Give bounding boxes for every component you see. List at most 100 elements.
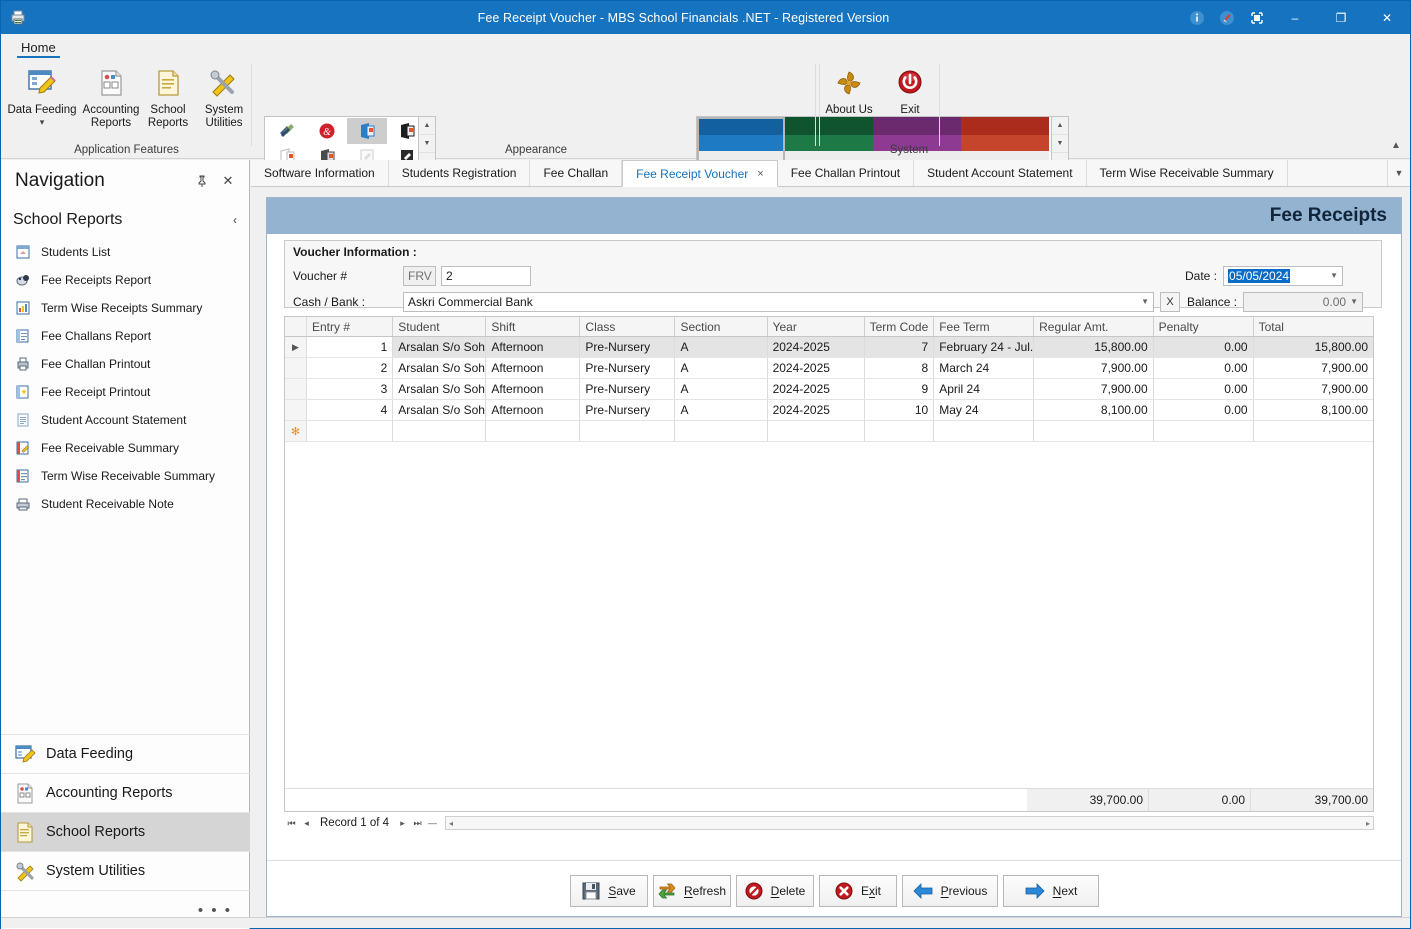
ribbon-collapse-icon[interactable]: ▲ — [1386, 136, 1406, 154]
tab-student-account-statement[interactable]: Student Account Statement — [914, 160, 1087, 186]
nav-section-school-reports[interactable]: School Reports — [1, 812, 250, 851]
ribbon-button-system-utilities[interactable]: System Utilities — [197, 62, 251, 129]
next-button[interactable]: Next — [1002, 875, 1099, 907]
ribbon-button-about-us[interactable]: About Us — [822, 62, 876, 117]
column-header-term-code[interactable]: Term Code — [865, 317, 935, 336]
fee-receipts-report-icon — [15, 272, 41, 288]
close-button[interactable]: ✕ — [1364, 1, 1410, 34]
sidebar-item-student-receivable-note[interactable]: Student Receivable Note — [1, 490, 249, 518]
tab-software-information[interactable]: Software Information — [251, 160, 389, 186]
column-header-shift[interactable]: Shift — [486, 317, 581, 336]
nav-section-accounting-reports[interactable]: Accounting Reports — [1, 773, 250, 812]
tab-fee-challan[interactable]: Fee Challan — [530, 160, 623, 186]
scroll-down-icon[interactable]: ▼ — [1052, 135, 1068, 153]
skin-blue-icon[interactable] — [267, 118, 307, 144]
exit-button[interactable]: Exit — [818, 875, 897, 907]
close-icon[interactable]: ✕ — [215, 169, 241, 193]
date-input[interactable]: 05/05/2024 ▼ — [1223, 266, 1344, 286]
ribbon-button-school-reports[interactable]: School Reports — [140, 62, 196, 129]
notification-pin-icon[interactable] — [1212, 1, 1242, 34]
nav-section-system-utilities[interactable]: System Utilities — [1, 851, 250, 890]
ribbon-tab-home[interactable]: Home — [13, 39, 64, 58]
sidebar-item-term-wise-receipts-summary[interactable]: Term Wise Receipts Summary — [1, 294, 249, 322]
column-header-penalty[interactable]: Penalty — [1154, 317, 1254, 336]
cell-regular-amt[interactable] — [1034, 421, 1154, 441]
column-header-section[interactable]: Section — [675, 317, 768, 336]
column-header-fee-term[interactable]: Fee Term — [934, 317, 1035, 336]
column-header-total[interactable]: Total — [1254, 317, 1373, 336]
label-rest: ave — [616, 884, 636, 898]
last-record-button[interactable]: ⏭ — [410, 818, 425, 829]
table-row[interactable]: 4 Arsalan S/o Sohail Afternoon Pre-Nurse… — [285, 400, 1373, 421]
navigation-group-header[interactable]: School Reports ‹ — [1, 202, 249, 238]
cell-regular-amt: 7,900.00 — [1034, 379, 1154, 399]
column-header-regular-amt[interactable]: Regular Amt. — [1034, 317, 1154, 336]
column-header-entry[interactable]: Entry # — [307, 317, 394, 336]
sidebar-item-term-wise-receivable-summary[interactable]: Term Wise Receivable Summary — [1, 462, 249, 490]
refresh-arrows-icon — [658, 883, 676, 899]
skin-red-icon[interactable]: & — [307, 118, 347, 144]
skin-office-blue-icon[interactable] — [347, 118, 387, 144]
tab-fee-challan-printout[interactable]: Fee Challan Printout — [778, 160, 915, 186]
table-row[interactable]: ▶ 1 Arsalan S/o Sohail Afternoon Pre-Nur… — [285, 337, 1373, 358]
sidebar-item-fee-receipt-printout[interactable]: Fee Receipt Printout — [1, 378, 249, 406]
column-header-year[interactable]: Year — [768, 317, 865, 336]
tab-students-registration[interactable]: Students Registration — [389, 160, 531, 186]
cell-term-code[interactable] — [865, 421, 935, 441]
delete-record-button[interactable]: — — [425, 818, 440, 828]
voucher-number-input[interactable]: 2 — [441, 266, 531, 286]
cell-student[interactable] — [393, 421, 487, 441]
save-button[interactable]: Save — [569, 875, 648, 907]
cash-bank-combobox[interactable]: Askri Commercial Bank ▼ — [403, 292, 1154, 312]
scroll-up-icon[interactable]: ▲ — [419, 117, 435, 135]
previous-record-button[interactable]: ◂ — [299, 818, 314, 829]
scroll-left-icon[interactable]: ◂ — [446, 819, 456, 828]
table-row[interactable]: 2 Arsalan S/o Sohail Afternoon Pre-Nurse… — [285, 358, 1373, 379]
tab-overflow-chevron-down-icon[interactable]: ▼ — [1387, 160, 1410, 186]
previous-button[interactable]: Previous — [901, 875, 998, 907]
clear-cash-bank-button[interactable]: X — [1160, 292, 1180, 312]
chevron-down-icon[interactable]: ▾ — [7, 117, 77, 127]
tab-fee-receipt-voucher[interactable]: Fee Receipt Voucher × — [622, 160, 778, 187]
pin-icon[interactable] — [189, 169, 215, 193]
chevron-down-icon[interactable]: ▼ — [1330, 271, 1338, 280]
grid-new-row[interactable]: ✻ — [285, 421, 1373, 442]
sidebar-item-fee-challans-report[interactable]: Fee Challans Report — [1, 322, 249, 350]
cell-section[interactable] — [675, 421, 768, 441]
maximize-button[interactable]: ❐ — [1318, 1, 1364, 34]
grid-horizontal-scrollbar[interactable]: ◂ ▸ — [445, 816, 1374, 830]
table-row[interactable]: 3 Arsalan S/o Sohail Afternoon Pre-Nurse… — [285, 379, 1373, 400]
next-record-button[interactable]: ▸ — [395, 818, 410, 829]
delete-button[interactable]: Delete — [735, 875, 814, 907]
minimize-button[interactable]: – — [1272, 1, 1318, 34]
sidebar-item-student-account-statement[interactable]: Student Account Statement — [1, 406, 249, 434]
sidebar-item-fee-challan-printout[interactable]: Fee Challan Printout — [1, 350, 249, 378]
tab-close-icon[interactable]: × — [757, 168, 763, 180]
restore-layout-icon[interactable] — [1242, 1, 1272, 34]
student-account-statement-icon — [15, 412, 41, 428]
scroll-right-icon[interactable]: ▸ — [1363, 819, 1373, 828]
sidebar-item-fee-receipts-report[interactable]: Fee Receipts Report — [1, 266, 249, 294]
cell-class[interactable] — [580, 421, 676, 441]
cell-total[interactable] — [1254, 421, 1373, 441]
sidebar-item-fee-receivable-summary[interactable]: Fee Receivable Summary — [1, 434, 249, 462]
first-record-button[interactable]: ⏮ — [284, 818, 299, 829]
ribbon-button-accounting-reports[interactable]: Accounting Reports — [79, 62, 143, 129]
ribbon-button-data-feeding[interactable]: Data Feeding ▾ — [7, 62, 77, 127]
column-header-student[interactable]: Student — [393, 317, 487, 336]
info-icon[interactable] — [1182, 1, 1212, 34]
ribbon-button-exit[interactable]: Exit — [884, 62, 936, 117]
scroll-up-icon[interactable]: ▲ — [1052, 117, 1068, 135]
tab-term-wise-receivable-summary[interactable]: Term Wise Receivable Summary — [1087, 160, 1288, 186]
cell-entry[interactable] — [307, 421, 394, 441]
cell-shift[interactable] — [486, 421, 581, 441]
refresh-button[interactable]: Refresh — [652, 875, 731, 907]
cell-year[interactable] — [768, 421, 865, 441]
column-header-class[interactable]: Class — [580, 317, 676, 336]
nav-section-data-feeding[interactable]: Data Feeding — [1, 734, 250, 773]
chevron-left-icon[interactable]: ‹ — [233, 213, 237, 227]
chevron-down-icon[interactable]: ▼ — [1141, 297, 1149, 306]
cell-penalty[interactable] — [1154, 421, 1254, 441]
sidebar-item-students-list[interactable]: Students List — [1, 238, 249, 266]
cell-fee-term[interactable] — [934, 421, 1035, 441]
